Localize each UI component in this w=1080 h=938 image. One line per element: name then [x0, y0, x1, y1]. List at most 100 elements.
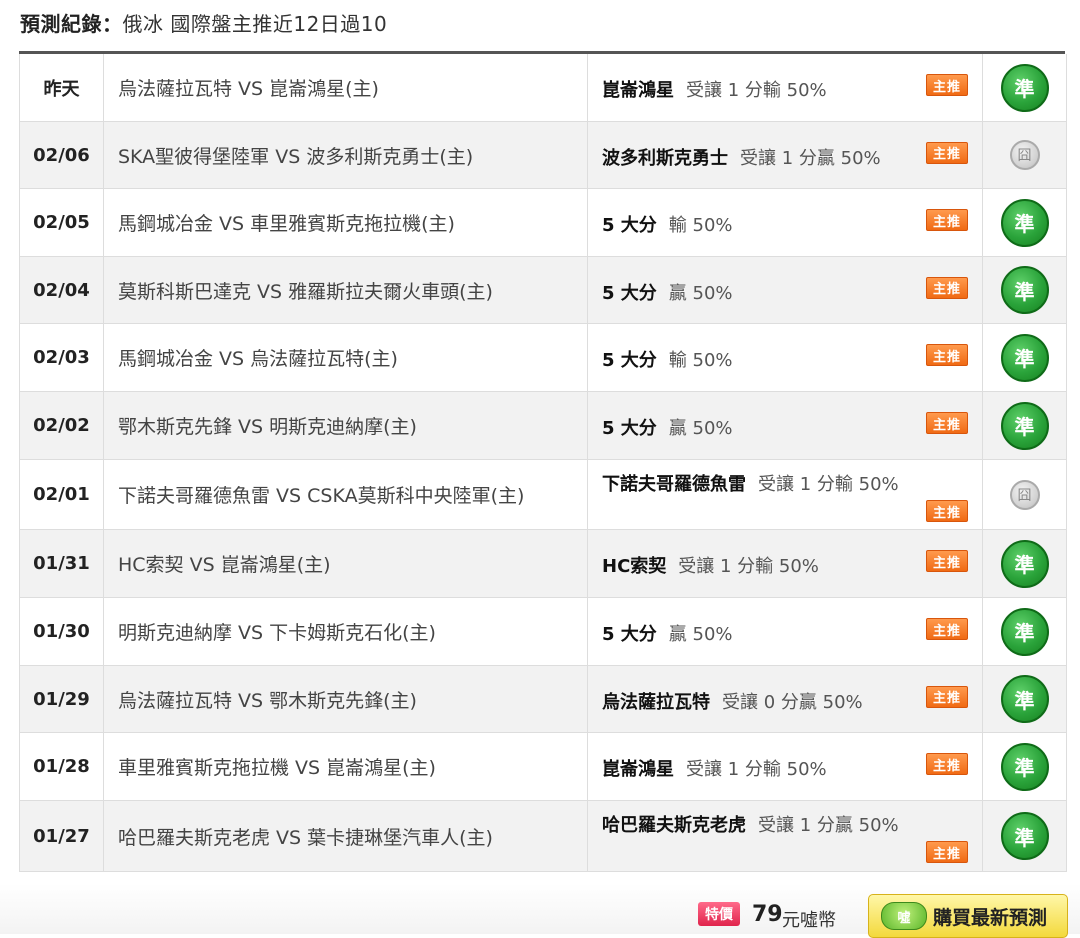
row-pick: 5 大分贏 50% 主推: [588, 598, 983, 665]
hit-icon: 準: [1000, 742, 1049, 791]
row-pick: 烏法薩拉瓦特 受讓 0 分贏 50% 主推: [588, 666, 983, 732]
pick-text: 崑崙鴻星 受讓 1 分輸 50%: [602, 76, 827, 102]
row-pick: 下諾夫哥羅德魚雷 受讓 1 分輸 50% 主推: [588, 460, 983, 529]
table-row: 02/04 莫斯科斯巴達克 VS 雅羅斯拉夫爾火車頭(主) 5 大分贏 50% 主推 準: [20, 257, 1066, 324]
row-result: 準: [983, 733, 1066, 800]
table-row: 02/03 馬鋼城冶金 VS 烏法薩拉瓦特(主) 5 大分輸 50% 主推 準: [20, 324, 1066, 392]
hit-icon: 準: [1000, 401, 1049, 450]
pick-team: 烏法薩拉瓦特: [602, 691, 710, 713]
row-pick: 崑崙鴻星 受讓 1 分輸 50% 主推: [588, 733, 983, 800]
row-match: 莫斯科斯巴達克 VS 雅羅斯拉夫爾火車頭(主): [104, 257, 588, 323]
row-result: 準: [983, 666, 1066, 732]
row-match: HC索契 VS 崑崙鴻星(主): [104, 530, 588, 597]
table-row: 02/06 SKA聖彼得堡陸軍 VS 波多利斯克勇士(主) 波多利斯克勇士 受讓 1 …: [20, 122, 1066, 189]
pick-text: 5 大分輸 50%: [602, 211, 733, 237]
row-match: 明斯克迪納摩 VS 下卡姆斯克石化(主): [104, 598, 588, 665]
table-row: 01/30 明斯克迪納摩 VS 下卡姆斯克石化(主) 5 大分贏 50% 主推 準: [20, 598, 1066, 666]
pick-detail: 受讓 1 分輸 50%: [758, 474, 899, 495]
table-row: 02/05 馬鋼城冶金 VS 車里雅賓斯克拖拉機(主) 5 大分輸 50% 主推 準: [20, 189, 1066, 257]
pick-detail: 輸 50%: [668, 350, 733, 371]
main-pick-badge: 主推: [926, 141, 968, 164]
pick-team: 5 大分: [602, 418, 657, 439]
row-result: 準: [983, 801, 1066, 871]
row-date: 02/05: [20, 189, 104, 256]
table-row: 01/29 烏法薩拉瓦特 VS 鄂木斯克先鋒(主) 烏法薩拉瓦特 受讓 0 分贏 50…: [20, 666, 1066, 733]
row-match: 烏法薩拉瓦特 VS 崑崙鴻星(主): [104, 54, 588, 121]
row-match: SKA聖彼得堡陸軍 VS 波多利斯克勇士(主): [104, 122, 588, 188]
hit-icon: 準: [1000, 539, 1049, 588]
row-pick: 5 大分贏 50% 主推: [588, 392, 983, 459]
table-row: 01/28 車里雅賓斯克拖拉機 VS 崑崙鴻星(主) 崑崙鴻星 受讓 1 分輸 50%…: [20, 733, 1066, 801]
row-match: 下諾夫哥羅德魚雷 VS CSKA莫斯科中央陸軍(主): [104, 460, 588, 529]
page-title: 預測紀錄：俄冰 國際盤主推近12日過10: [20, 8, 387, 37]
main-pick-badge: 主推: [926, 685, 968, 708]
hit-icon: 準: [1000, 812, 1049, 860]
row-date: 02/06: [20, 122, 104, 188]
pick-team: 5 大分: [602, 215, 657, 236]
main-pick-badge: 主推: [926, 841, 968, 863]
hit-icon: 準: [1000, 333, 1049, 382]
row-date: 02/04: [20, 257, 104, 323]
pick-detail: 受讓 1 分贏 50%: [758, 815, 899, 836]
table-row: 01/31 HC索契 VS 崑崙鴻星(主) HC索契 受讓 1 分輸 50% 主推 準: [20, 530, 1066, 598]
row-date: 01/27: [20, 801, 104, 871]
pick-detail: 受讓 1 分輸 50%: [686, 80, 827, 101]
price-value: 79: [752, 902, 783, 927]
main-pick-badge: 主推: [926, 344, 968, 366]
main-pick-badge: 主推: [926, 74, 968, 96]
row-pick: 5 大分贏 50% 主推: [588, 257, 983, 323]
row-pick: 崑崙鴻星 受讓 1 分輸 50% 主推: [588, 54, 983, 121]
main-pick-badge: 主推: [926, 550, 968, 572]
pick-team: 5 大分: [602, 350, 657, 371]
pick-text: 波多利斯克勇士 受讓 1 分贏 50%: [602, 144, 881, 170]
push-icon: 囧: [1009, 479, 1040, 510]
pick-text: 哈巴羅夫斯克老虎 受讓 1 分贏 50%: [602, 811, 899, 837]
row-result: 囧: [983, 122, 1066, 188]
pick-text: 崑崙鴻星 受讓 1 分輸 50%: [602, 755, 827, 781]
row-date: 昨天: [20, 54, 104, 121]
row-pick: 5 大分輸 50% 主推: [588, 189, 983, 256]
pick-team: 哈巴羅夫斯克老虎: [602, 815, 746, 836]
pick-detail: 受讓 1 分贏 50%: [740, 147, 881, 169]
row-match: 馬鋼城冶金 VS 烏法薩拉瓦特(主): [104, 324, 588, 391]
sale-badge: 特價: [698, 902, 740, 926]
title-label: 預測紀錄：: [20, 12, 123, 36]
title-subtitle: 俄冰 國際盤主推近12日過10: [122, 12, 388, 36]
row-date: 01/28: [20, 733, 104, 800]
row-date: 02/01: [20, 460, 104, 529]
pick-text: 烏法薩拉瓦特 受讓 0 分贏 50%: [602, 688, 863, 714]
pick-detail: 受讓 1 分輸 50%: [678, 556, 819, 577]
row-pick: 哈巴羅夫斯克老虎 受讓 1 分贏 50% 主推: [588, 801, 983, 871]
row-date: 02/03: [20, 324, 104, 391]
table-row: 01/27 哈巴羅夫斯克老虎 VS 葉卡捷琳堡汽車人(主) 哈巴羅夫斯克老虎 受讓 1…: [20, 801, 1066, 871]
pick-text: 5 大分贏 50%: [602, 414, 733, 440]
row-date: 01/29: [20, 666, 104, 732]
row-match: 馬鋼城冶金 VS 車里雅賓斯克拖拉機(主): [104, 189, 588, 256]
main-pick-badge: 主推: [926, 412, 968, 434]
row-pick: 波多利斯克勇士 受讓 1 分贏 50% 主推: [588, 122, 983, 188]
main-pick-badge: 主推: [926, 500, 968, 522]
row-result: 準: [983, 189, 1066, 256]
row-pick: 5 大分輸 50% 主推: [588, 324, 983, 391]
row-date: 01/31: [20, 530, 104, 597]
hit-icon: 準: [1000, 63, 1049, 112]
hit-icon: 準: [1000, 266, 1049, 314]
buy-button-label: 購買最新預測: [933, 906, 1048, 929]
pick-team: 崑崙鴻星: [602, 80, 674, 101]
pick-text: 5 大分贏 50%: [602, 620, 733, 646]
coin-icon: 噓: [881, 902, 927, 930]
row-result: 準: [983, 392, 1066, 459]
row-date: 01/30: [20, 598, 104, 665]
buy-latest-prediction-button[interactable]: 噓 購買最新預測: [868, 894, 1068, 938]
row-result: 準: [983, 257, 1066, 323]
pick-detail: 贏 50%: [668, 418, 733, 439]
hit-icon: 準: [1000, 198, 1049, 247]
row-result: 準: [983, 324, 1066, 391]
price-unit: 元噓幣: [782, 910, 836, 931]
pick-team: 波多利斯克勇士: [602, 147, 728, 169]
main-pick-badge: 主推: [926, 209, 968, 231]
main-pick-badge: 主推: [926, 276, 968, 299]
hit-icon: 準: [1000, 675, 1049, 723]
table-row: 02/01 下諾夫哥羅德魚雷 VS CSKA莫斯科中央陸軍(主) 下諾夫哥羅德魚雷受…: [20, 460, 1066, 530]
table-row: 昨天 烏法薩拉瓦特 VS 崑崙鴻星(主) 崑崙鴻星 受讓 1 分輸 50% 主推 準: [20, 54, 1066, 122]
